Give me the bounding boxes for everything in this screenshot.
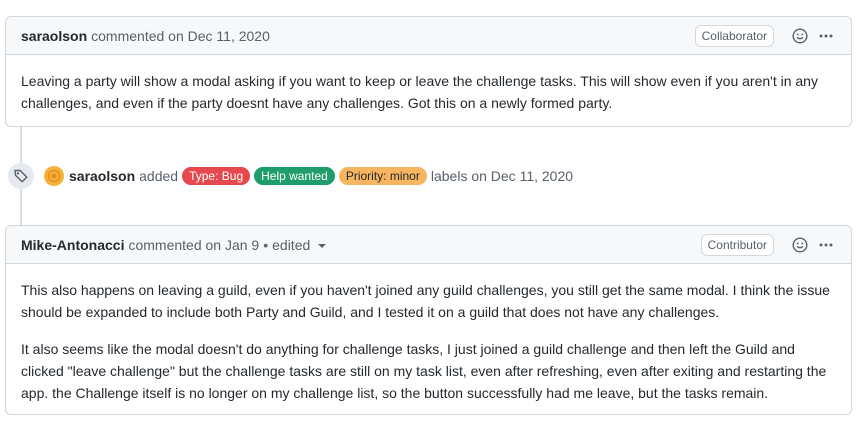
comment-timestamp[interactable]: commented on Dec 11, 2020 [91,28,270,44]
header-separator: • [263,236,269,253]
author-role-badge: Contributor [700,233,774,256]
issue-label[interactable]: Priority: minor [338,167,427,185]
add-reaction-button[interactable] [790,26,810,46]
comment-author[interactable]: saraolson [21,28,87,44]
issue-label[interactable]: Type: Bug [182,167,251,185]
comment-options-button[interactable] [816,26,836,46]
comment-card: saraolson commented on Dec 11, 2020 Coll… [5,16,852,127]
avatar[interactable] [44,166,64,186]
comment-paragraph: This also happens on leaving a guild, ev… [21,282,830,320]
kebab-horizontal-icon [819,243,833,246]
comment-header: Mike-Antonacci commented on Jan 9 • edit… [6,226,851,264]
comment-card: Mike-Antonacci commented on Jan 9 • edit… [5,225,852,415]
event-action-text: added [139,168,179,184]
tag-icon [14,169,28,183]
event-author[interactable]: saraolson [69,168,135,184]
event-suffix-text: labels on Dec 11, 2020 [430,168,574,184]
label-added-event: saraolson added Type: Bug Help wanted Prio… [8,163,573,189]
labels-list: Type: Bug Help wanted Priority: minor [182,167,431,185]
comment-body: Leaving a party will show a modal asking… [6,55,851,128]
avatar-identicon [47,169,61,183]
add-reaction-button[interactable] [790,235,810,255]
smiley-icon [792,236,808,253]
comment-body: This also happens on leaving a guild, ev… [6,264,851,418]
triangle-down-icon [318,243,327,248]
issue-label[interactable]: Help wanted [254,167,335,185]
author-role-badge: Collaborator [694,24,774,47]
edited-label: edited [272,236,311,253]
edited-history-button[interactable]: edited [272,236,327,253]
timeline-connector [20,189,22,225]
comment-timestamp[interactable]: commented on Jan 9 [128,237,259,253]
smiley-icon [792,27,808,44]
comment-text: Leaving a party will show a modal asking… [21,73,818,111]
tag-badge [8,163,34,189]
comment-author[interactable]: Mike-Antonacci [21,237,124,253]
comment-paragraph: It also seems like the modal doesn't do … [21,341,827,401]
kebab-horizontal-icon [819,34,833,37]
comment-options-button[interactable] [816,235,836,255]
timeline-connector [20,127,22,163]
comment-header: saraolson commented on Dec 11, 2020 Coll… [6,17,851,55]
